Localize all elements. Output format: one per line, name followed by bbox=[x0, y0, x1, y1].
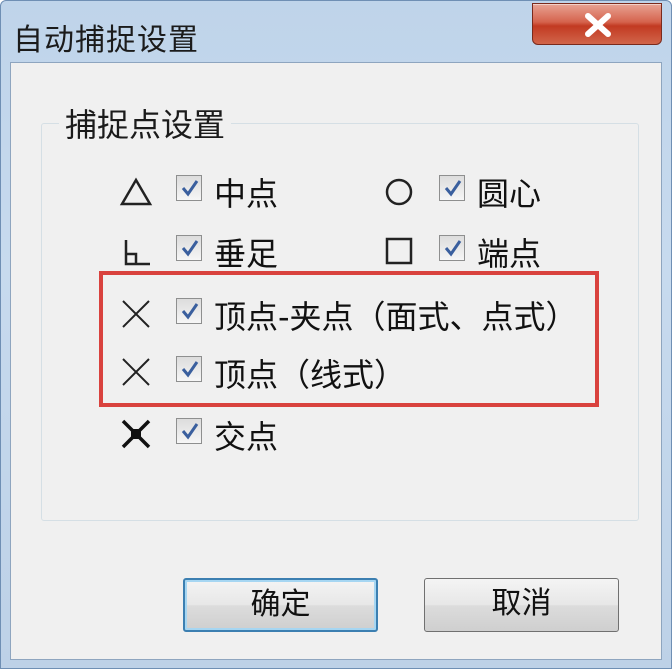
close-icon bbox=[585, 13, 611, 37]
square-icon bbox=[385, 237, 413, 265]
checkmark-icon bbox=[181, 240, 199, 257]
group-title: 捕捉点设置 bbox=[59, 100, 232, 146]
perpendicular-checkbox[interactable] bbox=[176, 235, 202, 261]
dialog-window: 自动捕捉设置 捕捉点设置 中点 圆心 垂足 端点 顶点-夹点（面式、点式） 顶点… bbox=[0, 0, 672, 669]
endpoint-checkbox[interactable] bbox=[439, 235, 465, 261]
ok-button[interactable]: 确定 bbox=[183, 578, 378, 632]
highlight-box bbox=[99, 271, 599, 407]
intersection-icon bbox=[121, 419, 151, 449]
midpoint-checkbox[interactable] bbox=[176, 175, 202, 201]
title-bar[interactable]: 自动捕捉设置 bbox=[1, 1, 672, 61]
checkmark-icon bbox=[444, 180, 462, 197]
center-checkbox[interactable] bbox=[439, 175, 465, 201]
checkmark-icon bbox=[181, 423, 199, 440]
perpendicular-icon bbox=[124, 240, 150, 266]
checkmark-icon bbox=[181, 180, 199, 197]
circle-icon bbox=[385, 178, 413, 206]
checkmark-icon bbox=[444, 240, 462, 257]
intersection-checkbox[interactable] bbox=[176, 418, 202, 444]
endpoint-label: 端点 bbox=[477, 235, 542, 273]
perpendicular-label: 垂足 bbox=[214, 235, 279, 273]
dialog-title: 自动捕捉设置 bbox=[13, 23, 199, 58]
center-label: 圆心 bbox=[477, 175, 542, 213]
intersection-label: 交点 bbox=[214, 418, 279, 456]
midpoint-label: 中点 bbox=[214, 175, 279, 213]
cancel-button[interactable]: 取消 bbox=[424, 578, 619, 632]
triangle-icon bbox=[119, 177, 153, 206]
close-button[interactable] bbox=[532, 3, 662, 45]
